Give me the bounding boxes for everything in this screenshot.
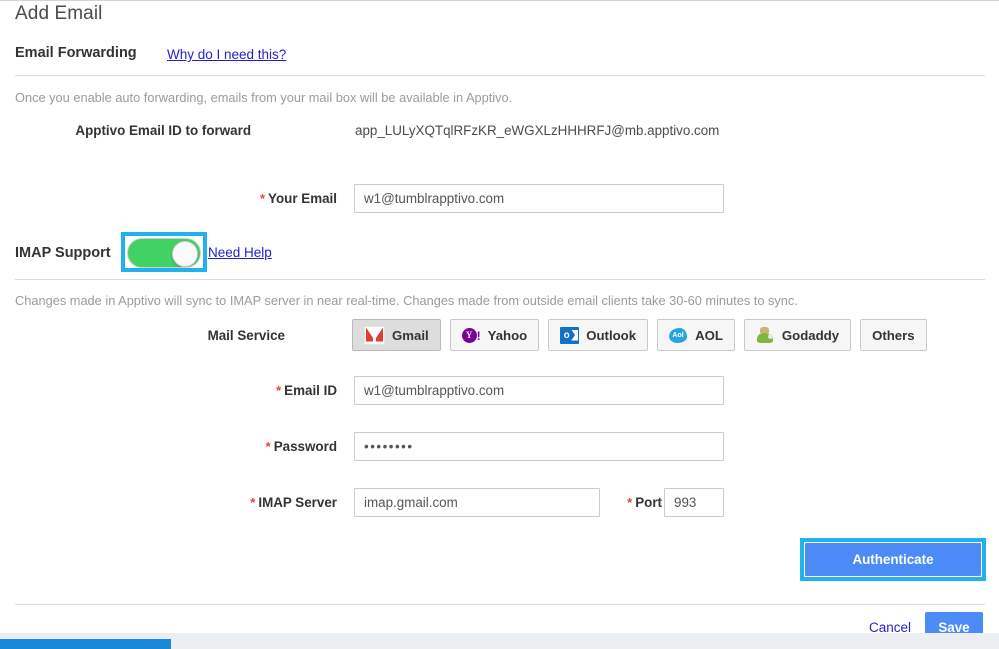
loading-progress-bar <box>0 639 171 649</box>
divider-top <box>15 75 985 76</box>
imap-server-label-text: IMAP Server <box>258 495 337 510</box>
divider-footer <box>15 604 985 605</box>
password-label-text: Password <box>273 439 337 454</box>
required-asterisk: * <box>250 495 256 510</box>
required-asterisk: * <box>276 383 282 398</box>
mail-service-outlook-label: Outlook <box>586 327 637 343</box>
imap-server-label: * IMAP Server <box>15 495 337 510</box>
imap-support-heading: IMAP Support <box>15 245 111 261</box>
mail-service-gmail-label: Gmail <box>392 327 429 343</box>
mail-service-yahoo[interactable]: Y! Yahoo <box>449 319 540 351</box>
authenticate-button[interactable]: Authenticate <box>805 543 981 576</box>
required-asterisk: * <box>627 495 633 510</box>
mail-service-gmail[interactable]: Gmail <box>352 319 441 351</box>
aol-icon: Aol <box>669 327 688 344</box>
your-email-input[interactable] <box>354 184 724 213</box>
toggle-knob <box>172 241 198 267</box>
port-label: * Port <box>604 495 662 510</box>
mail-service-aol[interactable]: Aol AOL <box>657 319 735 351</box>
your-email-label: * Your Email <box>15 191 337 206</box>
port-input[interactable] <box>664 488 724 517</box>
required-asterisk: * <box>265 439 271 454</box>
apptivo-email-id-label: Apptivo Email ID to forward <box>75 123 251 138</box>
email-id-label: * Email ID <box>15 383 337 398</box>
imap-support-toggle[interactable] <box>127 238 201 268</box>
email-forwarding-heading: Email Forwarding <box>15 45 137 61</box>
mail-service-yahoo-label: Yahoo <box>487 327 528 343</box>
password-input[interactable] <box>354 432 724 461</box>
why-do-i-need-this-link[interactable]: Why do I need this? <box>167 47 286 62</box>
your-email-label-text: Your Email <box>268 191 337 206</box>
need-help-link[interactable]: Need Help <box>208 245 272 260</box>
yahoo-icon: Y! <box>461 327 481 344</box>
mail-service-options: Gmail Y! Yahoo o Outlook Aol AOL Godaddy… <box>352 319 927 351</box>
page-title: Add Email <box>15 3 103 24</box>
mail-service-godaddy[interactable]: Godaddy <box>743 319 852 351</box>
mail-service-label: Mail Service <box>207 328 285 343</box>
forwarding-helper-text: Once you enable auto forwarding, emails … <box>15 90 513 105</box>
divider-imap <box>15 279 985 280</box>
mail-service-godaddy-label: Godaddy <box>781 327 840 343</box>
apptivo-email-id-value: app_LULyXQTqlRFzKR_eWGXLzHHHRFJ@mb.appti… <box>355 123 720 138</box>
mail-service-others[interactable]: Others <box>860 319 927 351</box>
email-id-input[interactable] <box>354 376 724 405</box>
authenticate-highlight: Authenticate <box>800 538 986 581</box>
imap-server-input[interactable] <box>354 488 600 517</box>
imap-toggle-highlight <box>121 232 207 272</box>
email-id-label-text: Email ID <box>284 383 337 398</box>
required-asterisk: * <box>259 191 266 206</box>
add-email-panel: Add Email Email Forwarding Why do I need… <box>0 0 999 649</box>
mail-service-aol-label: AOL <box>695 327 723 343</box>
mail-service-outlook[interactable]: o Outlook <box>548 319 649 351</box>
imap-helper-text: Changes made in Apptivo will sync to IMA… <box>15 293 798 308</box>
outlook-icon: o <box>560 326 580 344</box>
port-label-text: Port <box>635 495 662 510</box>
godaddy-icon <box>756 326 775 344</box>
password-label: * Password <box>15 439 337 454</box>
gmail-icon <box>364 325 385 345</box>
mail-service-others-label: Others <box>872 327 915 343</box>
